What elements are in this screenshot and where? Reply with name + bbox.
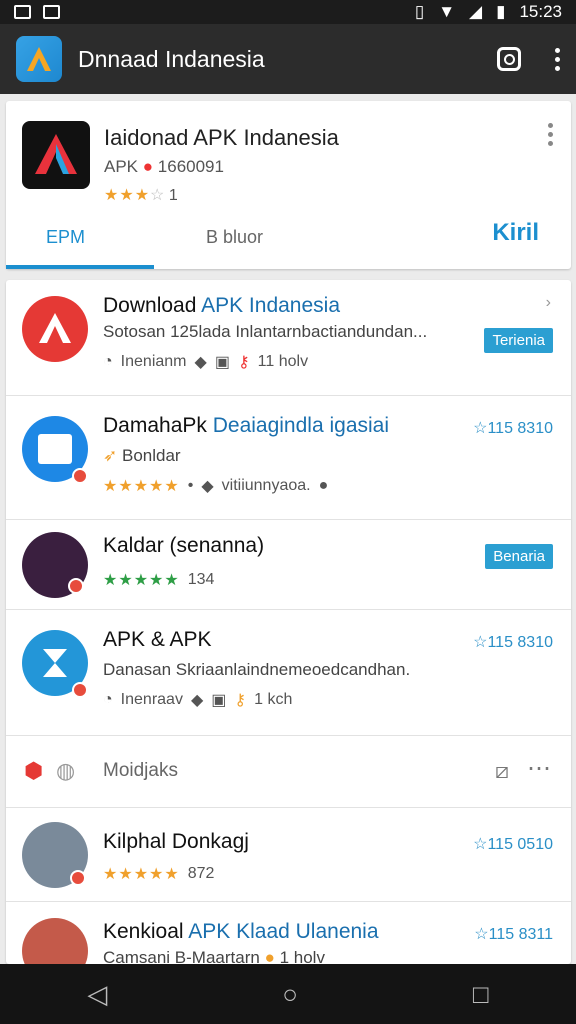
list-item[interactable]: Kenkioal APK Klaad Ulanenia Camsani B-Ma… — [6, 902, 571, 964]
badge-icon — [72, 682, 88, 698]
edit-icon[interactable]: ⧄ — [495, 758, 509, 784]
list-item[interactable]: Download APK Indanesia Sotosan 125lada I… — [6, 280, 571, 396]
item-title: DamahaPk Deaiagindla igasiai — [103, 414, 390, 437]
item-title: Kenkioal APK Klaad Ulanenia — [103, 920, 379, 943]
section-title: Moidjaks — [103, 760, 178, 781]
tab-kiril[interactable]: Kiril — [492, 219, 539, 247]
image-icon — [14, 5, 31, 19]
item-rating: ☆115 0510 — [473, 836, 553, 853]
tag-icon: ◆ — [190, 692, 204, 709]
chevron-icon[interactable]: › — [546, 294, 551, 312]
list-item[interactable]: Kaldar (senanna) ★★★★★ 134 Benaria — [6, 520, 571, 610]
gallery-icon — [43, 5, 60, 19]
badge-icon — [72, 468, 88, 484]
item-description: Camsani B-Maartarn ● 1 holv — [103, 948, 325, 964]
item-meta: ★★★★★ • ◆ vitiiunnyaoa. ● — [103, 477, 329, 495]
section-header: ⬢ ◍ Moidjaks ⧄ ⋯ — [6, 736, 571, 808]
app-list: Download APK Indanesia Sotosan 125lada I… — [6, 280, 571, 964]
navigation-bar: ◁ ○ □ — [0, 964, 576, 1024]
clock-icon: ◔ — [103, 353, 113, 370]
tab-indicator — [6, 265, 154, 269]
shield-icon: ⬢ — [24, 758, 44, 783]
info-icon: ◍ — [56, 758, 76, 783]
vibrate-icon: ▯ — [414, 2, 425, 21]
tab-epm[interactable]: EPM — [46, 227, 85, 248]
more-vert-icon[interactable] — [548, 123, 553, 146]
item-title: APK & APK — [103, 628, 212, 651]
item-description: ➶ Bonldar — [103, 446, 181, 465]
more-vert-icon[interactable] — [555, 47, 560, 71]
home-icon[interactable]: ○ — [282, 979, 298, 1010]
item-description: Sotosan 125lada Inlantarnbactiandundan..… — [103, 322, 428, 341]
item-title: Download APK Indanesia — [103, 294, 341, 317]
app-subtitle: APK ● 1660091 — [104, 157, 224, 176]
wifi-icon: ▼ — [438, 2, 456, 21]
info-icon: ● — [318, 477, 329, 494]
app-icon[interactable] — [22, 121, 90, 189]
install-button[interactable]: Terienia — [484, 328, 553, 353]
item-meta: ★★★★★ 872 — [103, 865, 215, 883]
key-icon: ⚷ — [234, 692, 247, 709]
camera-icon[interactable] — [497, 47, 521, 71]
item-title: Kilphal Donkagj — [103, 830, 249, 853]
back-icon[interactable]: ◁ — [87, 979, 107, 1010]
item-description: Danasan Skriaanlaindnemeoedcandhan. — [103, 660, 411, 679]
box-icon: ▣ — [214, 354, 230, 371]
clock: 15:23 — [519, 2, 562, 21]
list-item[interactable]: APK & APK Danasan Skriaanlaindnemeoedcan… — [6, 610, 571, 736]
item-rating: ☆115 8310 — [473, 420, 553, 437]
item-meta: ★★★★★ 134 — [103, 571, 215, 589]
item-meta: ◔ Inenraav ◆ ▣ ⚷ 1 kch — [103, 691, 293, 709]
tab-bluor[interactable]: B bluor — [206, 227, 263, 248]
item-meta: ◔ Inenianm ◆ ▣ ⚷ 11 holv — [103, 353, 309, 371]
list-item[interactable]: Kilphal Donkagj ★★★★★ 872 ☆115 0510 — [6, 808, 571, 902]
tag-icon: ◆ — [201, 478, 214, 495]
item-rating: ☆115 8311 — [474, 926, 553, 943]
app-bar: Dnnaad Indanesia — [0, 24, 576, 94]
badge-icon — [70, 870, 86, 886]
status-bar: ▯ ▼ ◢ ▮ 15:23 — [0, 0, 576, 24]
install-button[interactable]: Benaria — [485, 544, 553, 569]
recents-icon[interactable]: □ — [473, 979, 489, 1010]
item-rating: ☆115 8310 — [473, 634, 553, 651]
clock-icon: ◔ — [103, 691, 113, 708]
badge-icon — [68, 578, 84, 594]
battery-icon: ▮ — [496, 2, 506, 21]
app-icon — [22, 918, 88, 964]
signal-icon: ◢ — [469, 2, 483, 21]
list-item[interactable]: DamahaPk Deaiagindla igasiai ➶ Bonldar ★… — [6, 396, 571, 520]
more-horiz-icon[interactable]: ⋯ — [527, 754, 551, 783]
app-icon — [22, 296, 88, 362]
app-name: Iaidonad APK Indanesia — [104, 125, 339, 150]
app-rating: ★★★☆ 1 — [104, 187, 178, 204]
key-icon: ⚷ — [237, 354, 250, 371]
app-title: Dnnaad Indanesia — [78, 45, 265, 72]
app-header-card: Iaidonad APK Indanesia APK ● 1660091 ★★★… — [6, 101, 571, 269]
app-logo-icon[interactable] — [16, 36, 62, 82]
tag-icon: ◆ — [194, 354, 207, 371]
box-icon: ▣ — [211, 692, 227, 709]
item-title: Kaldar (senanna) — [103, 534, 265, 557]
